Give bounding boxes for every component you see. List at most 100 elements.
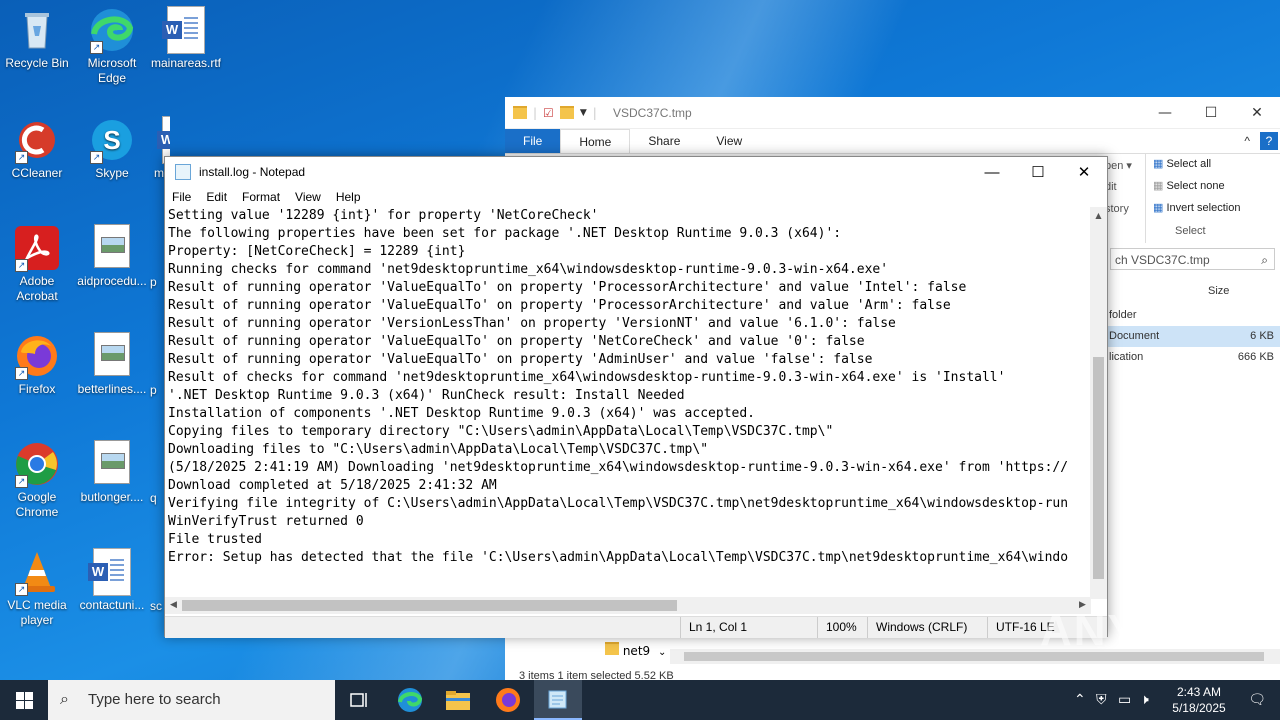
close-icon[interactable]: ✕ <box>1061 163 1107 181</box>
tab-view[interactable]: View <box>698 129 760 153</box>
new-folder-icon[interactable] <box>559 106 574 119</box>
desktop-icon-microsoft-edge[interactable]: ↗ Microsoft Edge <box>76 6 148 86</box>
open-button[interactable]: pen ▾ <box>1105 159 1132 172</box>
minimize-icon[interactable]: — <box>1142 105 1188 121</box>
desktop-icon-betterlines[interactable]: betterlines.... <box>76 332 148 397</box>
scrollbar-thumb[interactable] <box>1093 357 1104 579</box>
select-all-button[interactable]: ▦ Select all <box>1153 153 1240 175</box>
ccleaner-icon: ↗ <box>13 116 61 164</box>
file-size: 6 KB <box>1250 330 1274 342</box>
clock[interactable]: 2:43 AM 5/18/2025 <box>1164 684 1234 716</box>
select-none-button[interactable]: ▦ Select none <box>1153 175 1240 197</box>
skype-icon: S ↗ <box>88 116 136 164</box>
word-document-icon: W <box>162 6 205 54</box>
list-item[interactable]: folder <box>1105 305 1280 326</box>
nav-pane-item[interactable]: net9 ⌄ <box>605 642 666 658</box>
anyrun-watermark: ANY RUN <box>1040 606 1254 655</box>
taskbar-search-box[interactable]: ⌕ Type here to search <box>48 680 335 720</box>
notifications-icon[interactable]: 🗨 <box>1248 691 1266 708</box>
horizontal-scrollbar[interactable]: ◀ ▶ <box>165 597 1091 614</box>
file-name: Document <box>1109 330 1160 342</box>
taskbar-firefox[interactable] <box>484 680 532 720</box>
network-icon[interactable]: ▭ <box>1118 691 1131 708</box>
security-icon[interactable]: ⛨ <box>1096 691 1107 708</box>
collapse-ribbon-icon[interactable]: ^ <box>1244 129 1258 153</box>
desktop-icon-label: betterlines.... <box>77 382 147 396</box>
desktop-icon-aidprocedu[interactable]: aidprocedu... <box>76 224 148 289</box>
desktop-icon-google-chrome[interactable]: ↗ Google Chrome <box>1 440 73 520</box>
scroll-up-icon[interactable]: ▲ <box>1090 207 1107 224</box>
task-view-button[interactable] <box>336 680 384 720</box>
explorer-title-bar[interactable]: | ☑ ▼ | VSDC37C.tmp — ☐ ✕ <box>505 97 1280 129</box>
desktop-icon-vlc[interactable]: ↗ VLC media player <box>1 548 73 628</box>
volume-icon[interactable]: 🕨 <box>1140 691 1149 708</box>
desktop-icon-label: Skype <box>95 166 129 180</box>
chevron-down-icon[interactable]: ⌄ <box>658 647 666 658</box>
close-icon[interactable]: ✕ <box>1234 105 1280 121</box>
desktop-icon-partial-p1[interactable]: p <box>150 275 164 290</box>
start-button[interactable] <box>0 680 48 720</box>
dropdown-arrow-icon[interactable]: ▼ <box>580 108 587 118</box>
tab-share[interactable]: Share <box>630 129 698 153</box>
cursor-position: Ln 1, Col 1 <box>680 617 747 638</box>
search-placeholder: Type here to search <box>88 691 221 708</box>
edge-icon: ↗ <box>88 6 136 54</box>
folder-icon <box>446 691 470 710</box>
notepad-text-area[interactable]: Setting value '12289 {int}' for property… <box>168 207 1090 599</box>
maximize-icon[interactable]: ☐ <box>1015 163 1061 181</box>
shortcut-arrow-icon: ↗ <box>15 475 28 488</box>
log-line: Result of running operator 'ValueEqualTo… <box>168 298 951 313</box>
history-button[interactable]: story <box>1105 203 1129 215</box>
desktop-icon-partial-p2[interactable]: p <box>150 383 164 398</box>
tab-file[interactable]: File <box>505 129 561 153</box>
log-line: The following properties have been set f… <box>168 226 842 241</box>
notepad-title-bar[interactable]: install.log - Notepad — ☐ ✕ <box>165 157 1107 187</box>
file-list-header: Size <box>1105 277 1280 305</box>
menu-edit[interactable]: Edit <box>199 187 235 207</box>
menu-file[interactable]: File <box>165 187 199 207</box>
desktop-icon-contactuni[interactable]: W contactuni... <box>76 548 148 613</box>
menu-format[interactable]: Format <box>235 187 288 207</box>
desktop-icon-mainareas[interactable]: W mainareas.rtf <box>150 6 222 71</box>
scrollbar-thumb[interactable] <box>182 600 677 611</box>
log-line: Download completed at 5/18/2025 2:41:32 … <box>168 478 497 493</box>
help-icon[interactable]: ? <box>1260 132 1278 150</box>
vertical-scrollbar[interactable]: ▲ <box>1090 207 1107 599</box>
column-header-size[interactable]: Size <box>1208 277 1229 305</box>
notepad-status-bar: Ln 1, Col 1 100% Windows (CRLF) UTF-16 L… <box>165 616 1107 638</box>
line-ending: Windows (CRLF) <box>867 617 967 638</box>
desktop-icon-recycle-bin[interactable]: Recycle Bin <box>1 6 73 71</box>
log-line: Result of running operator 'ValueEqualTo… <box>168 280 967 295</box>
desktop-icon-firefox[interactable]: ↗ Firefox <box>1 332 73 397</box>
explorer-search-input[interactable]: ch VSDC37C.tmp ⌕ <box>1110 248 1275 270</box>
desktop-icon-ccleaner[interactable]: ↗ CCleaner <box>1 116 73 181</box>
taskbar-notepad[interactable] <box>534 680 582 720</box>
desktop-icon-label: p <box>150 383 157 397</box>
desktop-icon-skype[interactable]: S ↗ Skype <box>76 116 148 181</box>
minimize-icon[interactable]: — <box>969 164 1015 181</box>
ribbon-group-label: Select <box>1175 225 1206 237</box>
menu-help[interactable]: Help <box>329 187 369 207</box>
desktop-icon-adobe-acrobat[interactable]: ↗ Adobe Acrobat <box>1 224 73 304</box>
desktop-icon-label: aidprocedu... <box>77 274 147 288</box>
list-item[interactable]: lication 666 KB <box>1105 347 1280 368</box>
firefox-icon <box>496 688 520 712</box>
desktop-icon-label: Adobe Acrobat <box>16 274 58 303</box>
taskbar-edge[interactable] <box>386 680 434 720</box>
tab-home[interactable]: Home <box>560 129 631 153</box>
properties-icon[interactable]: ☑ <box>543 106 554 120</box>
edge-icon <box>398 688 423 712</box>
list-item[interactable]: Document 6 KB <box>1105 326 1280 347</box>
scroll-left-icon[interactable]: ◀ <box>165 597 182 614</box>
desktop-icon-partial-q[interactable]: q <box>150 491 164 506</box>
menu-view[interactable]: View <box>288 187 329 207</box>
notepad-window[interactable]: install.log - Notepad — ☐ ✕ File Edit Fo… <box>164 156 1108 638</box>
chevron-up-icon[interactable]: ⌃ <box>1074 691 1086 708</box>
select-none-label: Select none <box>1166 180 1225 192</box>
invert-selection-button[interactable]: ▦ Invert selection <box>1153 197 1240 219</box>
desktop-icon-butlonger[interactable]: butlonger.... <box>76 440 148 505</box>
maximize-icon[interactable]: ☐ <box>1188 105 1234 121</box>
desktop-icon-partial-sc[interactable]: sc <box>150 599 164 614</box>
taskbar-file-explorer[interactable] <box>434 680 482 720</box>
select-all-icon: ▦ <box>1153 158 1164 170</box>
